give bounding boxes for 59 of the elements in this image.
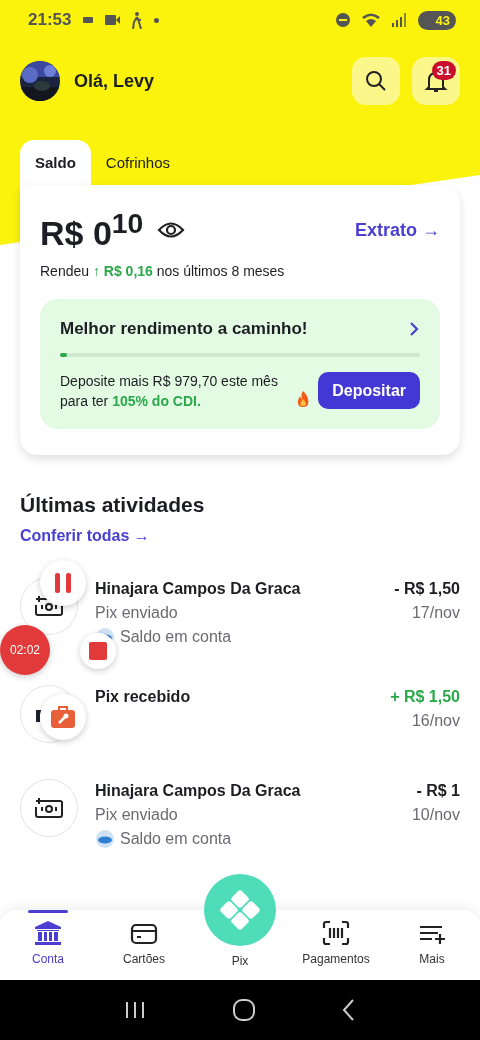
- toolbox-icon: [50, 705, 76, 729]
- deposit-button[interactable]: Depositar: [318, 372, 420, 410]
- greeting: Olá, Levy: [74, 70, 155, 92]
- tab[interactable]: Cofrinhos: [90, 140, 186, 185]
- barcode-scan-icon: [322, 920, 350, 946]
- activity-type: Pix enviado: [95, 805, 179, 825]
- balance-amount: R$ 0$^{10}$: [40, 207, 144, 254]
- coin-icon: [95, 829, 115, 849]
- activity-source: Saldo em conta: [120, 829, 232, 849]
- see-all-link[interactable]: Conferir todas →: [20, 527, 460, 545]
- nav-tab[interactable]: Pagamentos: [288, 910, 384, 980]
- recording-timer[interactable]: 02:02: [0, 625, 50, 675]
- video-camera-icon: [105, 15, 121, 25]
- do-not-disturb-icon: [335, 13, 350, 27]
- section-title: Últimas atividades: [20, 493, 206, 517]
- wifi-icon: [361, 12, 380, 28]
- nav-tab[interactable]: Mais: [384, 910, 480, 980]
- card-icon: [130, 922, 158, 946]
- search-icon: [365, 70, 387, 92]
- yield-text: Rendeu ↑ R$ 0,16 nos últimos 8 meses: [40, 263, 286, 280]
- activity-date: 17/nov: [411, 603, 460, 623]
- activity-amount: - R$ 1,50: [394, 579, 460, 599]
- promo-text: Deposite mais R$ 979,70 este mês para ter 105% do CDI.: [60, 372, 279, 412]
- flame-icon: [296, 389, 311, 410]
- stop-recording-button[interactable]: [80, 633, 116, 669]
- nav-tab[interactable]: Pix: [192, 951, 288, 971]
- promo-card[interactable]: Melhor rendimento a caminho! Deposite mais R$ 979,70 este mês para ter 105% do CDI. Depositar: [40, 299, 440, 430]
- home-icon[interactable]: [232, 998, 256, 1022]
- nav-tab[interactable]: Cartões: [96, 910, 192, 980]
- activity-name: Hinajara Campos Da Graca: [95, 781, 302, 801]
- nav-tab[interactable]: Conta: [0, 910, 96, 980]
- tab[interactable]: Saldo: [20, 140, 91, 185]
- pix-logo-icon: [218, 888, 262, 932]
- walking-person-icon: [132, 11, 143, 29]
- tools-button[interactable]: [40, 694, 86, 740]
- activity-type: Pix enviado: [95, 603, 179, 623]
- bank-icon: [34, 920, 62, 946]
- notifications-button[interactable]: 31: [412, 57, 460, 105]
- chevron-right-icon: [408, 321, 420, 338]
- stop-icon: [89, 642, 107, 660]
- status-time: 21:53: [28, 10, 72, 30]
- activity-name: Hinajara Campos Da Graca: [95, 579, 302, 599]
- pause-recording-button[interactable]: [40, 560, 86, 606]
- activity-row[interactable]: Hinajara Campos Da Graca Pix enviado Saldo em conta - R$ 1 10/nov: [20, 779, 460, 851]
- eye-icon[interactable]: [157, 220, 186, 241]
- promo-title: Melhor rendimento a caminho!: [60, 319, 308, 340]
- pause-icon: [54, 572, 72, 594]
- search-button[interactable]: [352, 57, 400, 105]
- activity-name: Pix recebido: [95, 687, 192, 707]
- activity-source: Saldo em conta: [120, 627, 232, 647]
- activity-date: 10/nov: [411, 805, 460, 825]
- activity-date: 16/nov: [411, 711, 460, 731]
- activity-amount: + R$ 1,50: [390, 687, 460, 707]
- notification-badge: 31: [431, 61, 456, 80]
- statement-link[interactable]: Extrato →: [354, 219, 440, 241]
- message-icon: [83, 17, 94, 23]
- activity-amount: - R$ 1: [416, 781, 460, 801]
- dot-icon: [154, 17, 160, 23]
- signal-icon: [391, 13, 406, 27]
